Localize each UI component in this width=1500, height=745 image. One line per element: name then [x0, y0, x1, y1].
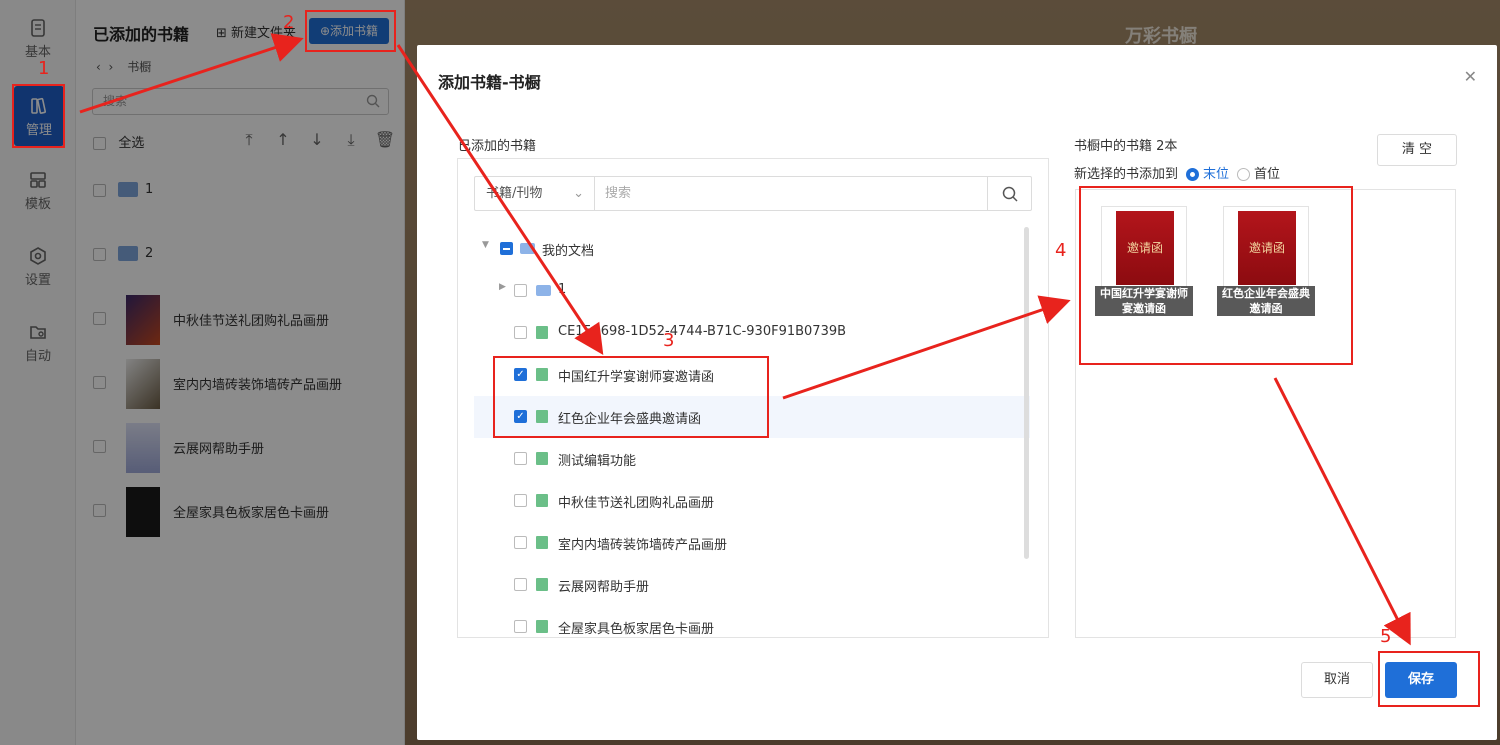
- tree-scrollbar[interactable]: [1024, 227, 1029, 559]
- tree-node-root[interactable]: ▼ 我的文档: [474, 228, 1030, 270]
- tree-label: 全屋家具色板家居色卡画册: [558, 622, 715, 637]
- shelf-count: 书橱中的书籍 2本: [1074, 139, 1178, 154]
- radio-start-label[interactable]: 首位: [1254, 167, 1280, 182]
- folder-icon: [536, 285, 551, 296]
- insert-label: 新选择的书添加到: [1074, 167, 1179, 182]
- add-book-dialog: 添加书籍-书橱 ✕ 已添加的书籍 书籍/刊物 ⌄ 搜索 ▼ 我的文档 ▶ 1 CE15…: [417, 45, 1497, 740]
- search-placeholder: 搜索: [605, 186, 632, 201]
- book-icon: [536, 452, 548, 465]
- folder-icon: [520, 243, 535, 254]
- tree-checkbox[interactable]: [514, 494, 527, 507]
- book-icon: [536, 410, 548, 423]
- tree-node[interactable]: 测试编辑功能: [474, 438, 1030, 480]
- cover-image: 邀请函: [1116, 211, 1174, 285]
- radio-end-label[interactable]: 末位: [1203, 167, 1229, 182]
- tree-label: CE15A698-1D52-4744-B71C-930F91B0739B: [558, 324, 847, 339]
- book-icon: [536, 368, 548, 381]
- book-icon: [536, 536, 548, 549]
- tree-node[interactable]: 云展网帮助手册: [474, 564, 1030, 606]
- tree-checkbox[interactable]: [500, 242, 513, 255]
- tree-label: 1: [558, 282, 567, 297]
- book-tree-panel: 书籍/刊物 ⌄ 搜索 ▼ 我的文档 ▶ 1 CE15A698-1D52-4744-B7…: [457, 158, 1049, 638]
- tree-label: 云展网帮助手册: [558, 580, 650, 595]
- tree-label: 中秋佳节送礼团购礼品画册: [558, 496, 715, 511]
- book-caption: 红色企业年会盛典邀请函: [1217, 286, 1315, 316]
- caret-right-icon[interactable]: ▶: [499, 282, 506, 292]
- tree-search-input[interactable]: 搜索: [605, 177, 631, 210]
- tree-checkbox[interactable]: [514, 536, 527, 549]
- dialog-title: 添加书籍-书橱: [438, 73, 541, 92]
- shelf-book-card[interactable]: 邀请函 红色企业年会盛典邀请函: [1217, 206, 1315, 316]
- tree-node[interactable]: ✓ 红色企业年会盛典邀请函: [474, 396, 1030, 438]
- tree-checkbox[interactable]: ✓: [514, 410, 527, 423]
- tree-node[interactable]: 室内内墙砖装饰墙砖产品画册: [474, 522, 1030, 564]
- type-select[interactable]: 书籍/刊物 ⌄: [475, 177, 595, 210]
- caret-down-icon[interactable]: ▼: [482, 240, 489, 250]
- left-header: 已添加的书籍: [458, 139, 537, 154]
- insert-position: 新选择的书添加到 末位 首位: [1074, 163, 1280, 182]
- radio-start[interactable]: [1237, 168, 1251, 181]
- close-icon[interactable]: ✕: [1464, 67, 1477, 86]
- tree-node[interactable]: ▶ 1: [474, 270, 1030, 312]
- book-icon: [536, 494, 548, 507]
- book-cover: 邀请函: [1101, 206, 1187, 288]
- tree-node[interactable]: ✓ 中国红升学宴谢师宴邀请函: [474, 354, 1030, 396]
- book-icon: [536, 620, 548, 633]
- book-icon: [536, 326, 548, 339]
- book-caption: 中国红升学宴谢师宴邀请函: [1095, 286, 1193, 316]
- search-icon: [1002, 186, 1018, 202]
- shelf-books-panel: 邀请函 中国红升学宴谢师宴邀请函 邀请函 红色企业年会盛典邀请函: [1075, 189, 1456, 638]
- tree-node[interactable]: 中秋佳节送礼团购礼品画册: [474, 480, 1030, 522]
- tree-checkbox[interactable]: ✓: [514, 368, 527, 381]
- cover-image: 邀请函: [1238, 211, 1296, 285]
- radio-end[interactable]: [1186, 168, 1200, 181]
- tree-checkbox[interactable]: [514, 620, 527, 633]
- cover-text: 邀请函: [1248, 241, 1285, 255]
- tree-label: 测试编辑功能: [558, 454, 637, 469]
- tree-label: 红色企业年会盛典邀请函: [558, 412, 702, 427]
- book-cover: 邀请函: [1223, 206, 1309, 288]
- tree-label: 中国红升学宴谢师宴邀请函: [558, 370, 715, 385]
- tree-checkbox[interactable]: [514, 578, 527, 591]
- shelf-book-card[interactable]: 邀请函 中国红升学宴谢师宴邀请函: [1095, 206, 1193, 316]
- clear-button[interactable]: 清 空: [1377, 134, 1457, 166]
- tree-checkbox[interactable]: [514, 452, 527, 465]
- tree-node[interactable]: CE15A698-1D52-4744-B71C-930F91B0739B: [474, 312, 1030, 354]
- book-icon: [536, 578, 548, 591]
- chevron-down-icon: ⌄: [573, 186, 584, 201]
- tree-label: 我的文档: [542, 244, 595, 259]
- save-button[interactable]: 保存: [1385, 662, 1457, 698]
- cancel-button[interactable]: 取消: [1301, 662, 1373, 698]
- cover-text: 邀请函: [1126, 241, 1163, 255]
- tree-checkbox[interactable]: [514, 284, 527, 297]
- type-select-value: 书籍/刊物: [486, 186, 543, 201]
- search-button[interactable]: [987, 177, 1031, 210]
- tree-checkbox[interactable]: [514, 326, 527, 339]
- tree-node[interactable]: 全屋家具色板家居色卡画册: [474, 606, 1030, 638]
- tree-label: 室内内墙砖装饰墙砖产品画册: [558, 538, 728, 553]
- filter-bar: 书籍/刊物 ⌄ 搜索: [474, 176, 1032, 211]
